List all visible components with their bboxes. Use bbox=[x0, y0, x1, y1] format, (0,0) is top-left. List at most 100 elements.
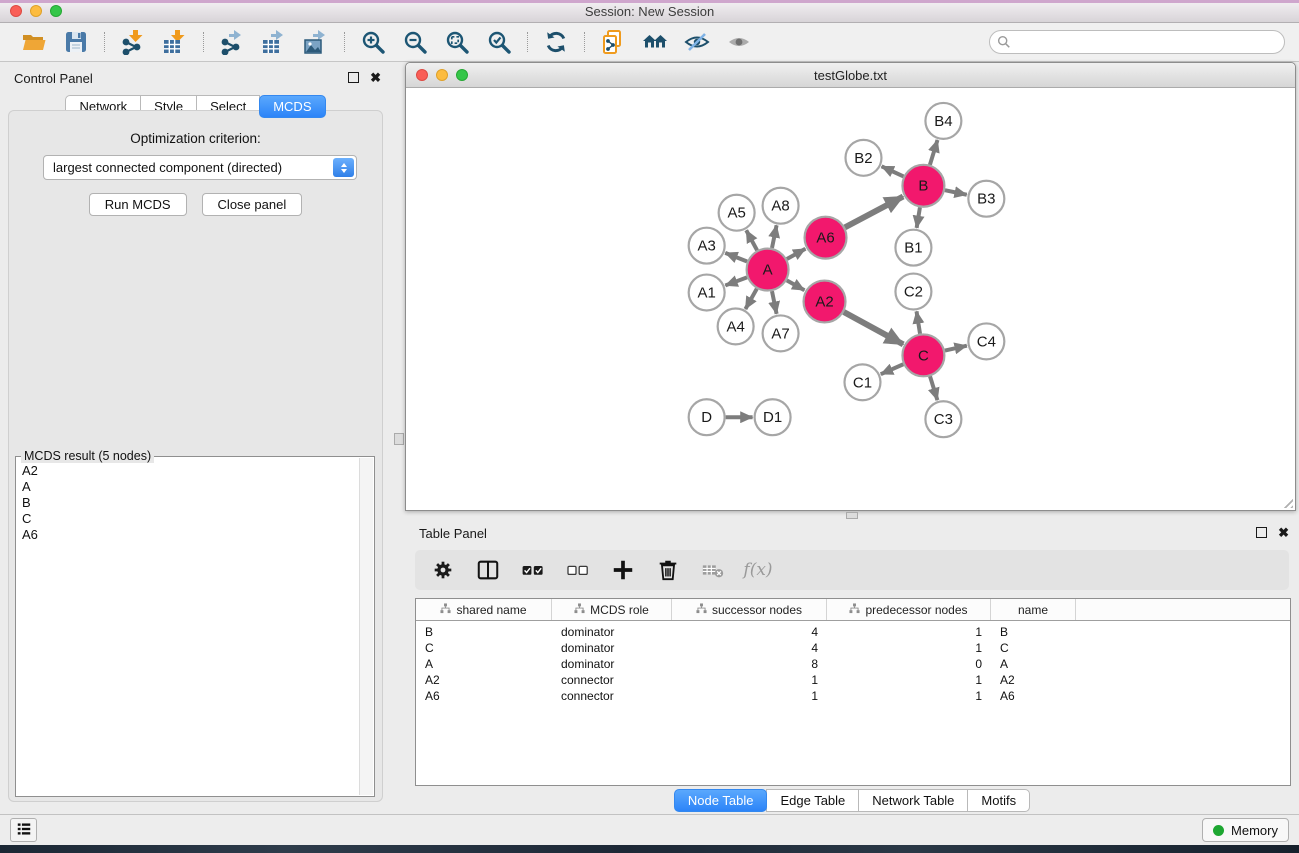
edge-C-C2[interactable] bbox=[917, 311, 920, 333]
node-B2[interactable]: B2 bbox=[846, 140, 882, 176]
cell-name[interactable]: A6 bbox=[991, 689, 1076, 703]
cell-successor-nodes[interactable]: 1 bbox=[672, 689, 827, 703]
edge-A-A6[interactable] bbox=[787, 249, 806, 259]
deselect-all-button[interactable] bbox=[564, 556, 592, 584]
node-A8[interactable]: A8 bbox=[763, 188, 799, 224]
column-header-predecessor-nodes[interactable]: predecessor nodes bbox=[827, 599, 991, 620]
clone-network-button[interactable] bbox=[598, 27, 628, 57]
memory-button[interactable]: Memory bbox=[1202, 818, 1289, 842]
result-item[interactable]: A bbox=[17, 479, 360, 495]
add-row-button[interactable] bbox=[609, 556, 637, 584]
save-button[interactable] bbox=[61, 27, 91, 57]
node-A3[interactable]: A3 bbox=[689, 228, 725, 264]
edge-A-A8[interactable] bbox=[772, 225, 777, 248]
cell-predecessor-nodes[interactable]: 1 bbox=[827, 625, 991, 639]
node-D[interactable]: D bbox=[689, 399, 725, 435]
node-D1[interactable]: D1 bbox=[755, 399, 791, 435]
column-header-successor-nodes[interactable]: successor nodes bbox=[672, 599, 827, 620]
cell-shared-name[interactable]: C bbox=[416, 641, 552, 655]
edge-C-C1[interactable] bbox=[881, 364, 904, 374]
cell-predecessor-nodes[interactable]: 1 bbox=[827, 689, 991, 703]
column-header-shared-name[interactable]: shared name bbox=[416, 599, 552, 620]
cell-shared-name[interactable]: A bbox=[416, 657, 552, 671]
close-panel-button[interactable]: Close panel bbox=[202, 193, 303, 216]
edge-A-A2[interactable] bbox=[787, 280, 805, 290]
node-B[interactable]: B bbox=[902, 165, 944, 207]
export-image-button[interactable] bbox=[301, 27, 331, 57]
cell-mcds-role[interactable]: dominator bbox=[552, 641, 672, 655]
column-header-name[interactable]: name bbox=[991, 599, 1076, 620]
homes-button[interactable] bbox=[640, 27, 670, 57]
column-view-button[interactable] bbox=[474, 556, 502, 584]
cell-mcds-role[interactable]: dominator bbox=[552, 657, 672, 671]
mcds-result-list[interactable]: A2ABCA6 bbox=[17, 458, 360, 795]
cell-name[interactable]: A bbox=[991, 657, 1076, 671]
node-A[interactable]: A bbox=[747, 249, 789, 291]
edge-A6-B[interactable] bbox=[845, 197, 903, 228]
result-item[interactable]: A2 bbox=[17, 463, 360, 479]
network-window-titlebar[interactable]: testGlobe.txt bbox=[406, 63, 1295, 88]
cell-shared-name[interactable]: A6 bbox=[416, 689, 552, 703]
cell-predecessor-nodes[interactable]: 0 bbox=[827, 657, 991, 671]
cell-successor-nodes[interactable]: 4 bbox=[672, 641, 827, 655]
edge-A2-C[interactable] bbox=[844, 312, 903, 344]
result-item[interactable]: A6 bbox=[17, 527, 360, 543]
node-A2[interactable]: A2 bbox=[804, 281, 846, 323]
zoom-fit-button[interactable] bbox=[442, 27, 472, 57]
cell-name[interactable]: A2 bbox=[991, 673, 1076, 687]
float-panel-icon[interactable] bbox=[1256, 527, 1267, 538]
cell-predecessor-nodes[interactable]: 1 bbox=[827, 673, 991, 687]
node-C4[interactable]: C4 bbox=[968, 323, 1004, 359]
tab-mcds[interactable]: MCDS bbox=[259, 95, 325, 118]
cell-successor-nodes[interactable]: 4 bbox=[672, 625, 827, 639]
cell-successor-nodes[interactable]: 8 bbox=[672, 657, 827, 671]
node-A1[interactable]: A1 bbox=[689, 275, 725, 311]
cell-predecessor-nodes[interactable]: 1 bbox=[827, 641, 991, 655]
network-canvas[interactable]: AA2A6BCA1A3A4A5A7A8B1B2B3B4C1C2C3C4DD1 bbox=[406, 88, 1295, 510]
node-A7[interactable]: A7 bbox=[763, 315, 799, 351]
edge-A-A5[interactable] bbox=[746, 230, 757, 250]
network-graph[interactable]: AA2A6BCA1A3A4A5A7A8B1B2B3B4C1C2C3C4DD1 bbox=[406, 88, 1295, 510]
edge-A-A1[interactable] bbox=[725, 277, 747, 285]
edge-C-C4[interactable] bbox=[945, 346, 967, 351]
export-table-button[interactable] bbox=[259, 27, 289, 57]
close-panel-icon[interactable]: ✖ bbox=[1278, 527, 1289, 538]
close-panel-icon[interactable]: ✖ bbox=[370, 72, 381, 83]
edge-B-B1[interactable] bbox=[917, 207, 920, 228]
table-row[interactable]: A2connector11A2 bbox=[416, 672, 1290, 688]
float-panel-icon[interactable] bbox=[348, 72, 359, 83]
node-C[interactable]: C bbox=[902, 334, 944, 376]
zoom-out-button[interactable] bbox=[400, 27, 430, 57]
delete-row-button[interactable] bbox=[654, 556, 682, 584]
optimization-criterion-dropdown[interactable]: largest connected component (directed) bbox=[43, 155, 357, 180]
result-list-scrollbar[interactable] bbox=[359, 458, 373, 795]
node-C3[interactable]: C3 bbox=[925, 401, 961, 437]
edge-B-B4[interactable] bbox=[930, 140, 938, 165]
export-network-button[interactable] bbox=[217, 27, 247, 57]
import-network-button[interactable] bbox=[118, 27, 148, 57]
cell-mcds-role[interactable]: connector bbox=[552, 673, 672, 687]
open-button[interactable] bbox=[19, 27, 49, 57]
show-all-button[interactable] bbox=[724, 27, 754, 57]
node-B4[interactable]: B4 bbox=[925, 103, 961, 139]
import-table-button[interactable] bbox=[160, 27, 190, 57]
table-row[interactable]: Cdominator41C bbox=[416, 640, 1290, 656]
edge-A-A3[interactable] bbox=[725, 253, 747, 262]
zoom-in-button[interactable] bbox=[358, 27, 388, 57]
dropdown-stepper-icon[interactable] bbox=[333, 158, 354, 177]
table-row[interactable]: Adominator80A bbox=[416, 656, 1290, 672]
cell-name[interactable]: B bbox=[991, 625, 1076, 639]
edge-C-C3[interactable] bbox=[930, 376, 937, 400]
table-row[interactable]: Bdominator41B bbox=[416, 624, 1290, 640]
settings-gear-button[interactable] bbox=[429, 556, 457, 584]
node-B3[interactable]: B3 bbox=[968, 181, 1004, 217]
select-all-button[interactable] bbox=[519, 556, 547, 584]
cell-mcds-role[interactable]: dominator bbox=[552, 625, 672, 639]
hide-selected-button[interactable] bbox=[682, 27, 712, 57]
node-C1[interactable]: C1 bbox=[845, 364, 881, 400]
node-A6[interactable]: A6 bbox=[805, 217, 847, 259]
tab-node-table[interactable]: Node Table bbox=[674, 789, 768, 812]
task-history-button[interactable] bbox=[10, 818, 37, 842]
tab-motifs[interactable]: Motifs bbox=[967, 789, 1030, 812]
edge-B-B3[interactable] bbox=[945, 190, 967, 195]
